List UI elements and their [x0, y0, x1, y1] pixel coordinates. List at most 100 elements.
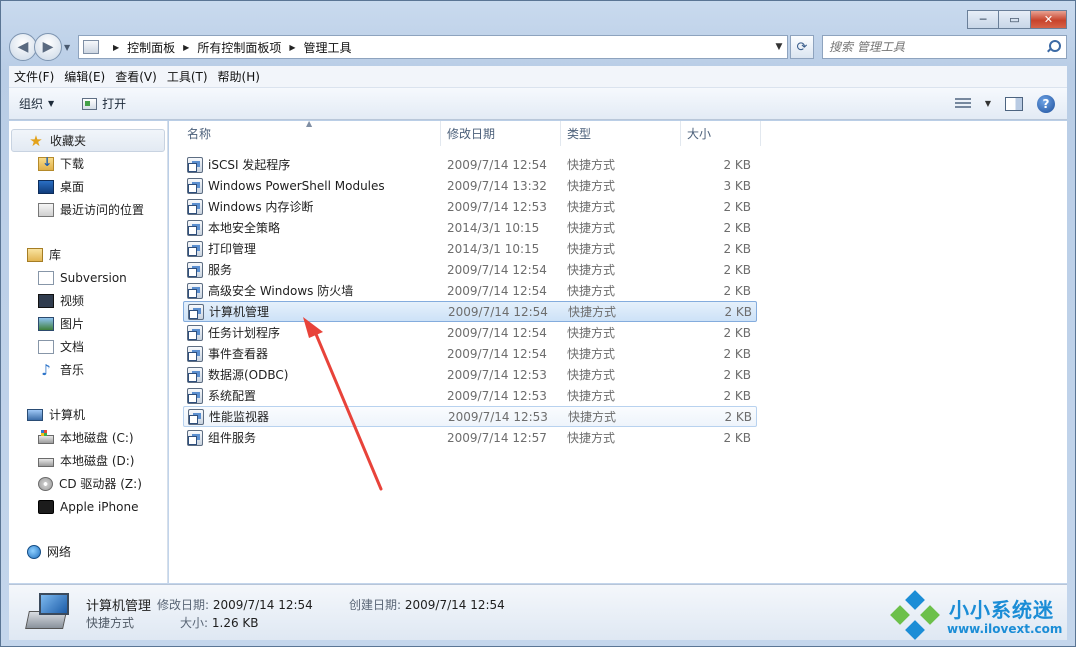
- breadcrumb-admin-tools[interactable]: 管理工具: [304, 39, 352, 56]
- refresh-icon: ⟳: [796, 39, 808, 55]
- maximize-button[interactable]: ▭: [999, 10, 1031, 29]
- column-size[interactable]: 大小: [681, 121, 761, 146]
- change-view-icon[interactable]: [954, 97, 971, 110]
- nav-libraries[interactable]: 库: [9, 243, 167, 266]
- nav-item-pictures[interactable]: 图片: [9, 312, 167, 335]
- file-row[interactable]: 本地安全策略 2014/3/1 10:15 快捷方式 2 KB: [183, 217, 757, 238]
- nav-item-music[interactable]: ♪ 音乐: [9, 358, 167, 381]
- menu-file[interactable]: 文件(F): [9, 68, 59, 85]
- details-size: 大小: 1.26 KB: [180, 614, 259, 631]
- shortcut-icon: [187, 177, 203, 194]
- nav-item-subversion[interactable]: Subversion: [9, 266, 167, 289]
- nav-network[interactable]: 网络: [9, 540, 167, 563]
- forward-button[interactable]: ▶: [34, 33, 62, 61]
- file-row[interactable]: iSCSI 发起程序 2009/7/14 12:54 快捷方式 2 KB: [183, 154, 757, 175]
- file-row[interactable]: 系统配置 2009/7/14 12:53 快捷方式 2 KB: [183, 385, 757, 406]
- file-row[interactable]: 服务 2009/7/14 12:54 快捷方式 2 KB: [183, 259, 757, 280]
- nav-libraries-group: 库 Subversion 视频 图片 文档 ♪ 音乐: [9, 243, 167, 381]
- column-type-label: 类型: [567, 127, 592, 141]
- nav-item-label: 音乐: [60, 363, 85, 377]
- file-name: 系统配置: [208, 389, 257, 403]
- search-icon[interactable]: [1046, 40, 1061, 54]
- file-name: iSCSI 发起程序: [208, 158, 291, 172]
- breadcrumb-separator-icon[interactable]: ▶: [113, 43, 119, 52]
- file-row[interactable]: 性能监视器 2009/7/14 12:53 快捷方式 2 KB: [183, 406, 757, 427]
- recent-pages-dropdown[interactable]: ▼: [64, 43, 74, 52]
- breadcrumb-separator-icon[interactable]: ▶: [289, 43, 295, 52]
- watermark: 小小系统迷 www.ilovext.com: [889, 589, 1074, 644]
- file-row[interactable]: 数据源(ODBC) 2009/7/14 12:53 快捷方式 2 KB: [183, 364, 757, 385]
- nav-item-drive-d[interactable]: 本地磁盘 (D:): [9, 449, 167, 472]
- nav-item-label: 视频: [60, 294, 85, 308]
- nav-item-documents[interactable]: 文档: [9, 335, 167, 358]
- search-box: [822, 35, 1067, 59]
- nav-favorites-group: ★ 收藏夹 下载 桌面 最近访问的位置: [9, 129, 167, 221]
- file-size: 2 KB: [723, 367, 751, 382]
- file-size: 2 KB: [723, 283, 751, 298]
- breadcrumb-all-items[interactable]: 所有控制面板项: [197, 39, 281, 56]
- address-row: ◀ ▶ ▼ ▶ 控制面板 ▶ 所有控制面板项 ▶ 管理工具 ▼ ⟳: [9, 32, 1067, 62]
- column-date[interactable]: 修改日期: [441, 121, 561, 146]
- nav-item-iphone[interactable]: Apple iPhone: [9, 495, 167, 518]
- organize-button[interactable]: 组织 ▼: [19, 95, 54, 112]
- details-created-label: 创建日期:: [349, 598, 402, 612]
- nav-item-recent-places[interactable]: 最近访问的位置: [9, 198, 167, 221]
- views-dropdown-icon[interactable]: ▼: [985, 99, 991, 108]
- back-button[interactable]: ◀: [9, 33, 37, 61]
- search-input[interactable]: [829, 40, 1046, 54]
- file-row[interactable]: 组件服务 2009/7/14 12:57 快捷方式 2 KB: [183, 427, 757, 448]
- organize-label: 组织: [19, 97, 44, 111]
- refresh-button[interactable]: ⟳: [790, 35, 814, 59]
- file-type: 快捷方式: [567, 431, 616, 445]
- file-row[interactable]: 打印管理 2014/3/1 10:15 快捷方式 2 KB: [183, 238, 757, 259]
- address-dropdown[interactable]: ▼: [771, 42, 787, 52]
- open-button[interactable]: 打开: [82, 95, 126, 112]
- preview-pane-icon[interactable]: [1005, 96, 1023, 111]
- nav-item-drive-c[interactable]: 本地磁盘 (C:): [9, 426, 167, 449]
- menu-help[interactable]: 帮助(H): [213, 68, 265, 85]
- file-name: 高级安全 Windows 防火墙: [208, 284, 354, 298]
- file-size: 2 KB: [723, 157, 751, 172]
- file-row[interactable]: 计算机管理 2009/7/14 12:54 快捷方式 2 KB: [183, 301, 757, 322]
- file-row[interactable]: Windows PowerShell Modules 2009/7/14 13:3…: [183, 175, 757, 196]
- nav-item-videos[interactable]: 视频: [9, 289, 167, 312]
- file-row[interactable]: Windows 内存诊断 2009/7/14 12:53 快捷方式 2 KB: [183, 196, 757, 217]
- file-date: 2009/7/14 12:54: [448, 304, 548, 319]
- address-bar[interactable]: ▶ 控制面板 ▶ 所有控制面板项 ▶ 管理工具 ▼: [78, 35, 788, 59]
- file-name-cell: 性能监视器: [184, 408, 442, 425]
- nav-favorites[interactable]: ★ 收藏夹: [11, 129, 165, 152]
- desktop-icon: [38, 179, 54, 194]
- help-icon[interactable]: ?: [1037, 94, 1055, 113]
- recent-places-icon: [38, 202, 54, 217]
- column-type[interactable]: 类型: [561, 121, 681, 146]
- menu-view[interactable]: 查看(V): [110, 68, 162, 85]
- file-type: 快捷方式: [567, 221, 616, 235]
- close-button[interactable]: ✕: [1031, 10, 1067, 29]
- nav-network-group: 网络: [9, 540, 167, 563]
- column-name[interactable]: 名称 ▲: [169, 119, 441, 146]
- nav-item-cd-drive[interactable]: CD 驱动器 (Z:): [9, 472, 167, 495]
- file-name-cell: 打印管理: [183, 240, 441, 257]
- file-row[interactable]: 任务计划程序 2009/7/14 12:54 快捷方式 2 KB: [183, 322, 757, 343]
- shortcut-icon: [187, 219, 203, 236]
- nav-computer[interactable]: 计算机: [9, 403, 167, 426]
- nav-item-label: 最近访问的位置: [60, 203, 145, 217]
- file-type: 快捷方式: [568, 305, 617, 319]
- file-row[interactable]: 高级安全 Windows 防火墙 2009/7/14 12:54 快捷方式 2 KB: [183, 280, 757, 301]
- menu-edit[interactable]: 编辑(E): [59, 68, 110, 85]
- nav-item-desktop[interactable]: 桌面: [9, 175, 167, 198]
- command-bar: 组织 ▼ 打开 ▼ ?: [9, 88, 1067, 120]
- nav-item-downloads[interactable]: 下载: [9, 152, 167, 175]
- breadcrumb-control-panel[interactable]: 控制面板: [127, 39, 175, 56]
- menu-tools[interactable]: 工具(T): [162, 68, 213, 85]
- file-row[interactable]: 事件查看器 2009/7/14 12:54 快捷方式 2 KB: [183, 343, 757, 364]
- video-library-icon: [38, 293, 54, 308]
- file-name-cell: 服务: [183, 261, 441, 278]
- system-drive-icon: [38, 430, 54, 444]
- minimize-button[interactable]: ─: [967, 10, 999, 29]
- nav-item-label: 本地磁盘 (D:): [60, 454, 135, 468]
- network-icon: [27, 544, 41, 559]
- file-size: 2 KB: [723, 241, 751, 256]
- file-size: 2 KB: [723, 325, 751, 340]
- breadcrumb-separator-icon[interactable]: ▶: [183, 43, 189, 52]
